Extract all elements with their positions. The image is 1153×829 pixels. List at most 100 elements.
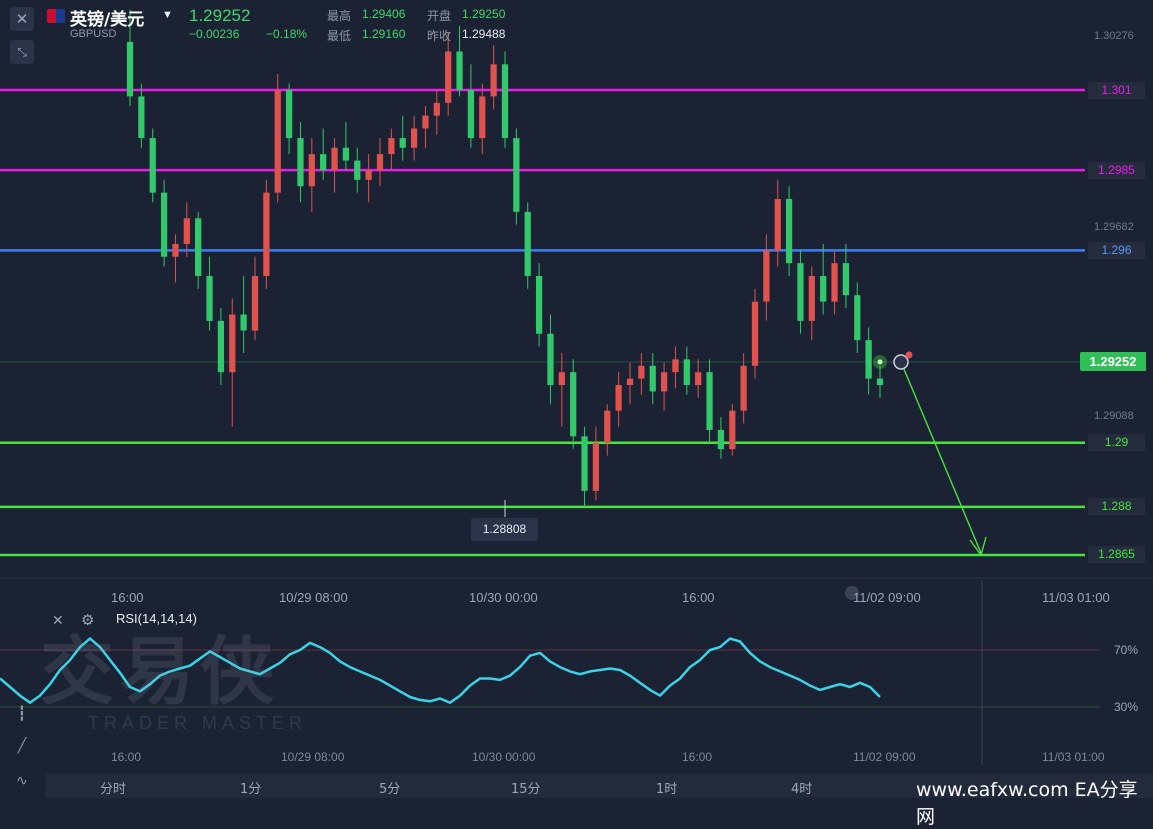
current-price-tag: 1.29252	[1080, 352, 1146, 371]
info-icon	[893, 354, 909, 370]
caret-down-icon[interactable]: ▼	[162, 9, 173, 21]
tab-fenshi[interactable]: 分时	[100, 778, 126, 797]
candle-body	[206, 276, 213, 321]
candle-body	[831, 263, 838, 302]
candle-body	[172, 243, 179, 257]
price-change-pct: −0.18%	[266, 27, 308, 41]
current-price-dot	[877, 359, 883, 365]
open-value: 1.29250	[462, 7, 506, 21]
tab-1hour[interactable]: 1时	[656, 778, 677, 797]
candle-body	[763, 250, 770, 302]
uk-us-flag-icon	[47, 9, 65, 23]
candle-body	[195, 218, 202, 276]
level-tag-1296: 1.296	[1088, 242, 1145, 259]
candle-body	[320, 154, 327, 171]
candle-body	[638, 365, 645, 379]
candle-body	[388, 138, 395, 155]
trading-chart-app: ✕ ⤡ 英镑/美元 ▼ GBPUSD 1.29252 −0.00236 −0.1…	[0, 0, 1153, 828]
candle-body	[308, 154, 315, 187]
candle-tool-icon[interactable]: ┇	[11, 703, 33, 723]
level-tag-1301: 1.301	[1088, 82, 1145, 99]
time-axis-label: 11/03 01:00	[1042, 590, 1110, 605]
tab-4hour[interactable]: 4时	[791, 778, 812, 797]
prev-close-label: 昨收	[427, 29, 452, 43]
candle-body	[592, 442, 600, 491]
candle-body	[138, 96, 145, 139]
price-axis-label: 1.29682	[1094, 221, 1134, 233]
low-label: 最低	[327, 29, 352, 43]
time-axis-label: 10/30 00:00	[469, 590, 538, 605]
candle-body	[581, 436, 588, 491]
candle-body	[558, 372, 565, 386]
candle-body	[354, 160, 361, 180]
time-axis-label: 10/29 08:00	[279, 590, 348, 605]
candle-body	[149, 138, 156, 193]
level-tag-12985: 1.2985	[1088, 162, 1145, 179]
indicator-tool-icon[interactable]: ∿	[11, 770, 33, 790]
candle-body	[217, 320, 225, 373]
low-price-marker: 1.28808	[471, 518, 538, 541]
candle-body	[547, 333, 554, 386]
candle-body	[808, 276, 815, 321]
candle-body	[297, 138, 304, 187]
horizontal-levels	[0, 88, 1153, 579]
candle-body	[706, 372, 713, 430]
pair-title[interactable]: 英镑/美元	[70, 5, 144, 30]
price-axis-label: 1.30276	[1094, 30, 1134, 42]
candle-body	[785, 199, 793, 264]
candle-body	[456, 51, 463, 90]
last-price: 1.29252	[189, 6, 251, 25]
alert-dot-icon	[905, 351, 913, 359]
candle-body	[126, 41, 134, 97]
line-tool-icon[interactable]: ╱	[11, 735, 33, 755]
tab-1min[interactable]: 1分	[240, 778, 261, 797]
level-tag-12865: 1.2865	[1088, 546, 1145, 563]
candle-body	[365, 170, 372, 180]
price-axis-label: 1.29088	[1094, 410, 1134, 422]
candle-body	[751, 301, 759, 366]
time-axis-label: 11/02 09:00	[853, 590, 921, 605]
rsi-level-30: 30%	[1114, 700, 1139, 714]
candlesticks	[126, 9, 884, 507]
candle-body	[854, 295, 861, 341]
candle-body	[797, 263, 804, 321]
rsi-time-label: 10/29 08:00	[281, 750, 345, 764]
rsi-level-70: 70%	[1114, 643, 1139, 657]
tab-15min[interactable]: 15分	[511, 778, 541, 797]
candle-body	[535, 276, 543, 334]
watermark-text: TRADER MASTER	[88, 713, 308, 733]
candle-body	[183, 218, 190, 244]
candle-body	[263, 192, 270, 276]
prev-close-value: 1.29488	[462, 27, 506, 41]
rsi-time-label: 10/30 00:00	[472, 750, 536, 764]
forecast-arrow-line	[900, 361, 982, 554]
candle-body	[422, 115, 429, 129]
rsi-time-label: 16:00	[111, 750, 142, 764]
candle-body	[604, 410, 611, 443]
candle-body	[660, 372, 668, 392]
candle-body	[251, 276, 259, 331]
price-change: −0.00236	[189, 27, 240, 41]
candle-body	[410, 128, 418, 148]
tab-5min[interactable]: 5分	[379, 778, 400, 797]
collapse-icon[interactable]: ⤡	[10, 40, 34, 64]
candle-body	[740, 365, 747, 411]
watermark-logo: 交易侠	[40, 629, 280, 715]
level-tag-1288: 1.288	[1088, 498, 1145, 515]
candle-body	[774, 199, 781, 251]
candle-body	[240, 314, 247, 331]
candle-body	[626, 378, 634, 386]
candle-body	[160, 192, 168, 257]
site-watermark: www.eafxw.com EA分享网	[916, 779, 1138, 828]
candle-body	[615, 385, 622, 411]
candle-body	[445, 51, 452, 103]
candle-body	[342, 147, 350, 161]
candle-body	[501, 64, 509, 139]
rsi-time-label: 11/02 09:00	[853, 750, 916, 764]
close-icon[interactable]: ✕	[10, 7, 34, 31]
high-label: 最高	[327, 9, 352, 23]
candle-body	[433, 102, 440, 116]
rsi-time-label: 16:00	[682, 750, 713, 764]
candle-body	[467, 90, 475, 139]
candle-body	[729, 410, 736, 450]
